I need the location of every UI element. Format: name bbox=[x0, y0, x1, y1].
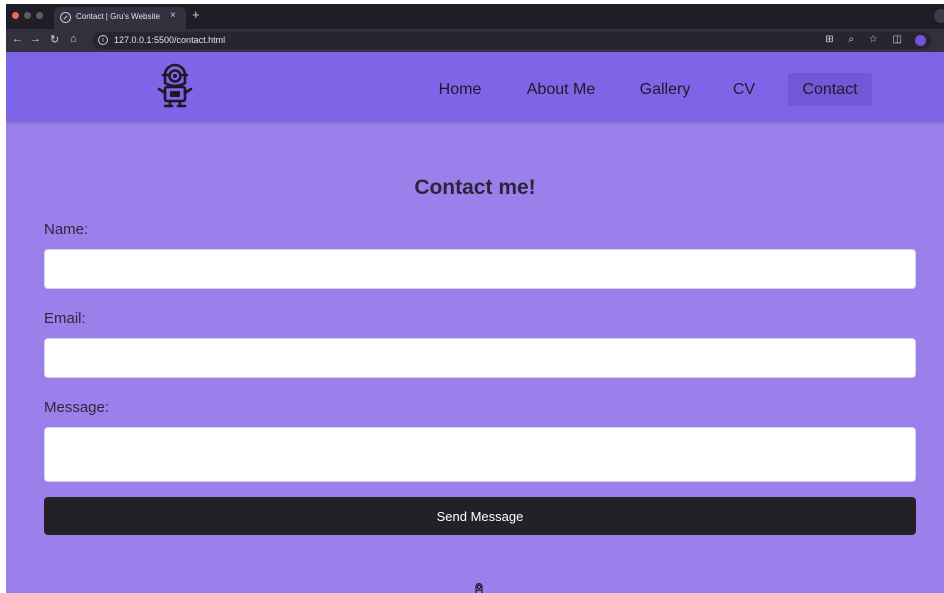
message-textarea[interactable] bbox=[44, 427, 916, 482]
email-input[interactable] bbox=[44, 338, 916, 378]
maximize-window-button[interactable] bbox=[36, 12, 43, 19]
nav-cv-link[interactable]: CV bbox=[724, 73, 764, 106]
footer-minion-icon bbox=[475, 583, 483, 593]
site-header: Home About Me Gallery CV Contact bbox=[6, 52, 944, 122]
tab-strip: Contact | Gru's Website × + bbox=[6, 4, 944, 29]
name-input[interactable] bbox=[44, 249, 916, 289]
browser-toolbar: ← → ↻ ⌂ i 127.0.0.1:5500/contact.html ⊞ … bbox=[6, 29, 944, 52]
forward-arrow-icon[interactable]: → bbox=[30, 33, 41, 45]
nav-home-link[interactable]: Home bbox=[430, 73, 490, 106]
url-text[interactable]: 127.0.0.1:5500/contact.html bbox=[114, 35, 225, 45]
minion-logo-icon[interactable] bbox=[156, 63, 194, 109]
tab-search-button[interactable] bbox=[934, 9, 944, 23]
back-arrow-icon[interactable]: ← bbox=[12, 33, 23, 45]
nav-contact-link[interactable]: Contact bbox=[788, 73, 872, 106]
site-info-icon[interactable]: i bbox=[98, 35, 108, 45]
address-bar[interactable]: i 127.0.0.1:5500/contact.html ⊞ ⌕ ☆ ◫ bbox=[92, 32, 932, 49]
message-label: Message: bbox=[44, 399, 110, 416]
nav-gallery-link[interactable]: Gallery bbox=[632, 73, 698, 106]
home-icon[interactable]: ⌂ bbox=[70, 33, 77, 45]
page-title: Contact me! bbox=[414, 176, 536, 199]
send-message-button[interactable]: Send Message bbox=[44, 497, 916, 535]
new-tab-button[interactable]: + bbox=[192, 7, 200, 22]
tab-close-icon[interactable]: × bbox=[170, 10, 176, 21]
tab-title: Contact | Gru's Website bbox=[76, 12, 160, 21]
page-favicon-icon bbox=[60, 12, 71, 23]
close-window-button[interactable] bbox=[12, 12, 19, 19]
reload-icon[interactable]: ↻ bbox=[50, 33, 59, 46]
profile-avatar-icon[interactable] bbox=[915, 35, 926, 46]
browser-window: Contact | Gru's Website × + ← → ↻ ⌂ i 12… bbox=[6, 4, 944, 593]
email-label: Email: bbox=[44, 310, 86, 327]
nav-about-me-link[interactable]: About Me bbox=[518, 73, 604, 106]
name-label: Name: bbox=[44, 221, 89, 238]
minimize-window-button[interactable] bbox=[24, 12, 31, 19]
address-bar-action-icons[interactable]: ⊞ ⌕ ☆ ◫ bbox=[825, 34, 908, 45]
browser-tab-contact[interactable]: Contact | Gru's Website × bbox=[54, 7, 186, 29]
